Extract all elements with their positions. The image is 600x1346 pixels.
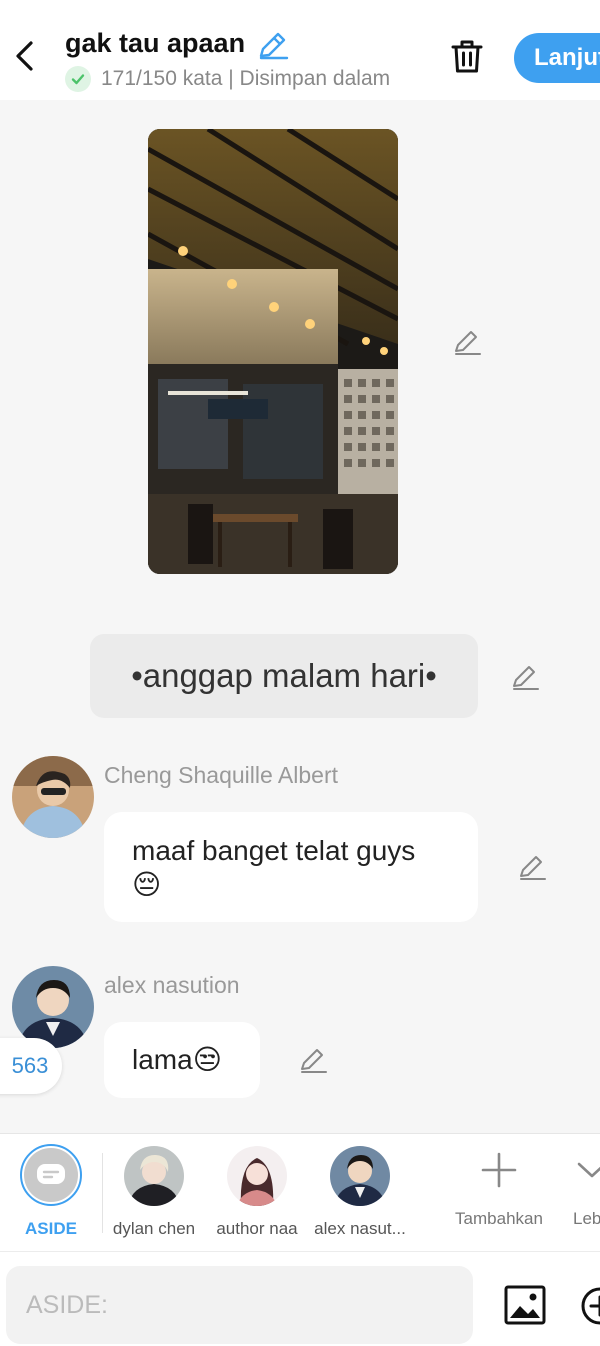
char-label: alex nasut... bbox=[314, 1219, 406, 1238]
next-button[interactable]: Lanjut bbox=[514, 33, 600, 83]
message-bubble[interactable]: maaf banget telat guys 😔 bbox=[104, 812, 478, 922]
char-label: author naa bbox=[216, 1219, 298, 1238]
trash-icon bbox=[451, 40, 483, 73]
more-label: Lebih bbox=[573, 1209, 600, 1228]
character-name: Cheng Shaquille Albert bbox=[104, 762, 338, 788]
pencil-icon bbox=[455, 331, 481, 355]
speech-bubble-icon bbox=[37, 1164, 65, 1184]
back-button[interactable] bbox=[10, 38, 40, 74]
char-label: ASIDE bbox=[25, 1219, 77, 1238]
top-bar: gak tau apaan 171/150 kata | Disimpan da… bbox=[0, 0, 600, 100]
edit-narration-button[interactable] bbox=[510, 662, 540, 692]
more-button[interactable]: Lebih bbox=[560, 1134, 600, 1252]
edit-message-button[interactable] bbox=[517, 852, 547, 882]
avatar bbox=[227, 1146, 287, 1206]
check-icon bbox=[65, 66, 91, 92]
plus-icon bbox=[481, 1152, 517, 1188]
image-button[interactable] bbox=[503, 1284, 547, 1326]
message-counter[interactable]: 563 bbox=[0, 1038, 62, 1094]
pencil-icon bbox=[259, 32, 289, 60]
delete-button[interactable] bbox=[450, 38, 484, 74]
message-bubble[interactable]: lama😒 bbox=[104, 1022, 260, 1098]
message-emoji: 😒 bbox=[192, 1044, 222, 1075]
chevron-down-icon bbox=[577, 1162, 600, 1178]
add-label: Tambahkan bbox=[455, 1209, 543, 1228]
pencil-icon bbox=[513, 666, 539, 690]
avatar[interactable] bbox=[12, 966, 94, 1048]
add-character-button[interactable]: Tambahkan bbox=[448, 1134, 550, 1252]
story-title[interactable]: gak tau apaan bbox=[65, 28, 245, 59]
char-aside[interactable]: ASIDE bbox=[10, 1134, 92, 1252]
char-label: dylan chen bbox=[112, 1219, 196, 1238]
save-status: 171/150 kata | Disimpan dalam bbox=[65, 66, 390, 92]
add-button[interactable] bbox=[580, 1286, 600, 1326]
pencil-icon bbox=[520, 856, 546, 880]
aside-avatar bbox=[20, 1144, 82, 1206]
char-dylan-chen[interactable]: dylan chen bbox=[104, 1134, 204, 1252]
character-name: alex nasution bbox=[104, 972, 240, 998]
chevron-left-icon bbox=[16, 41, 33, 71]
avatar[interactable] bbox=[12, 756, 94, 838]
edit-message-button[interactable] bbox=[298, 1045, 328, 1075]
avatar bbox=[330, 1146, 390, 1206]
edit-title-button[interactable] bbox=[257, 30, 289, 60]
plus-circle-icon bbox=[581, 1287, 600, 1325]
message-emoji: 😔 bbox=[132, 869, 162, 900]
narration-bubble[interactable]: •anggap malam hari• bbox=[90, 634, 478, 718]
image-icon bbox=[504, 1285, 546, 1325]
message-text: maaf banget telat guys bbox=[132, 835, 416, 866]
pencil-icon bbox=[301, 1049, 327, 1073]
message-input[interactable] bbox=[6, 1266, 473, 1344]
char-alex-nasution[interactable]: alex nasut... bbox=[312, 1134, 408, 1252]
message-text: lama bbox=[132, 1044, 193, 1075]
char-author-naa[interactable]: author naa bbox=[208, 1134, 306, 1252]
character-bar: ASIDE dylan chen author naa alex nasut..… bbox=[0, 1133, 600, 1252]
word-count-status: 171/150 kata | Disimpan dalam bbox=[101, 67, 391, 90]
divider bbox=[102, 1153, 103, 1233]
input-bar bbox=[0, 1251, 600, 1346]
edit-image-button[interactable] bbox=[452, 327, 482, 357]
avatar bbox=[124, 1146, 184, 1206]
story-image[interactable] bbox=[148, 129, 398, 574]
